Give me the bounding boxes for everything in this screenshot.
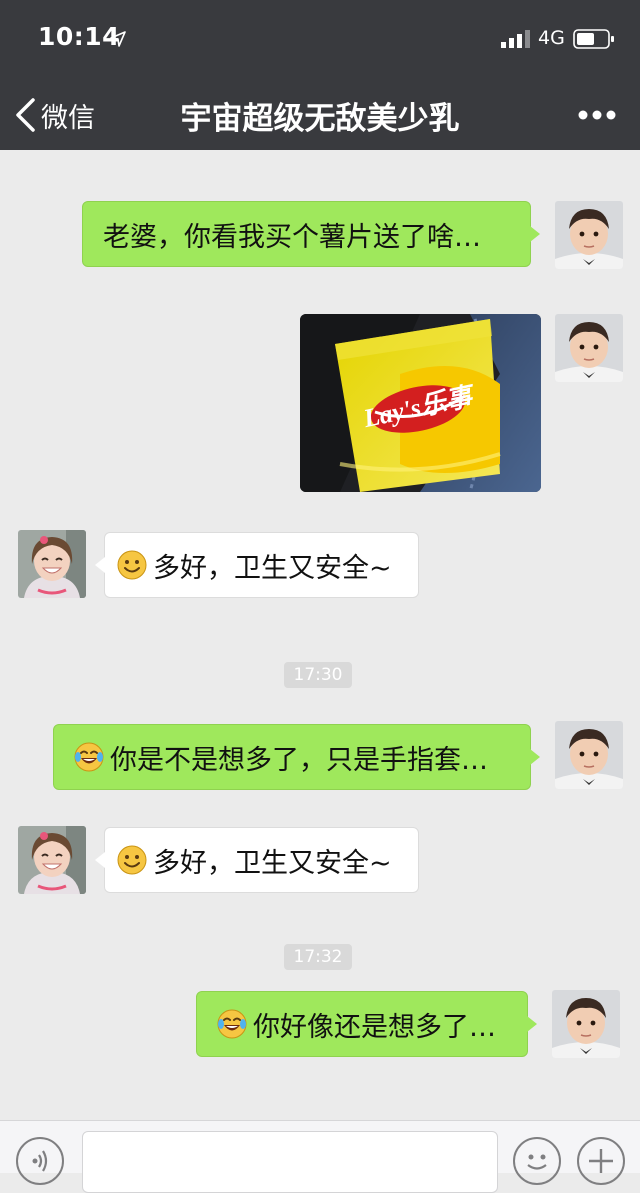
message-text: 老婆，你看我买个薯片送了啥… xyxy=(103,221,481,253)
voice-input-button[interactable] xyxy=(16,1137,64,1185)
message-bubble-sent[interactable]: 你好像还是想多了… xyxy=(196,991,537,1057)
smile-emoji-icon xyxy=(117,550,147,580)
contact-avatar[interactable] xyxy=(18,530,86,598)
my-avatar[interactable] xyxy=(552,990,620,1058)
more-options-icon[interactable] xyxy=(578,109,616,121)
status-bar: 10:14 4G xyxy=(0,0,640,80)
my-avatar[interactable] xyxy=(555,721,623,789)
smile-emoji-icon xyxy=(117,845,147,875)
tears-of-joy-emoji-icon xyxy=(217,1009,247,1039)
timestamp: 17:30 xyxy=(284,662,352,688)
message-bubble-received[interactable]: 多好，卫生又安全~ xyxy=(95,827,419,893)
navigation-bar: 微信 宇宙超级无敌美少乳 xyxy=(0,80,640,150)
plus-icon xyxy=(589,1149,613,1173)
message-text: 你是不是想多了，只是手指套… xyxy=(110,744,488,776)
emoji-face-icon xyxy=(527,1154,547,1170)
contact-avatar[interactable] xyxy=(18,826,86,894)
chat-title: 宇宙超级无敌美少乳 xyxy=(180,101,460,137)
tears-of-joy-emoji-icon xyxy=(74,742,104,772)
message-text: 你好像还是想多了… xyxy=(253,1011,496,1043)
message-list[interactable]: 老婆，你看我买个薯片送了啥… Lay's乐事 多好，卫生又安全~ 17:30 你… xyxy=(0,150,640,1120)
message-input[interactable] xyxy=(82,1131,498,1193)
chat-header: 10:14 4G 微信 宇宙超级无敌美少乳 xyxy=(0,0,640,150)
message-bubble-sent[interactable]: 你是不是想多了，只是手指套… xyxy=(53,724,540,790)
message-bubble-sent[interactable]: 老婆，你看我买个薯片送了啥… xyxy=(82,201,540,267)
input-toolbar xyxy=(0,1120,640,1193)
voice-icon xyxy=(32,1150,48,1172)
emoji-picker-button[interactable] xyxy=(513,1137,561,1185)
message-text: 多好，卫生又安全~ xyxy=(153,552,392,584)
network-type: 4G xyxy=(538,27,565,49)
message-text: 多好，卫生又安全~ xyxy=(153,847,392,879)
signal-strength-icon xyxy=(501,30,530,48)
my-avatar[interactable] xyxy=(555,201,623,269)
more-functions-button[interactable] xyxy=(577,1137,625,1185)
my-avatar[interactable] xyxy=(555,314,623,382)
sent-photo[interactable]: Lay's乐事 xyxy=(300,314,541,492)
status-time: 10:14 xyxy=(38,22,121,51)
message-bubble-received[interactable]: 多好，卫生又安全~ xyxy=(95,532,419,598)
timestamp: 17:32 xyxy=(284,944,352,970)
battery-icon xyxy=(573,29,614,49)
location-arrow-icon xyxy=(110,31,126,47)
